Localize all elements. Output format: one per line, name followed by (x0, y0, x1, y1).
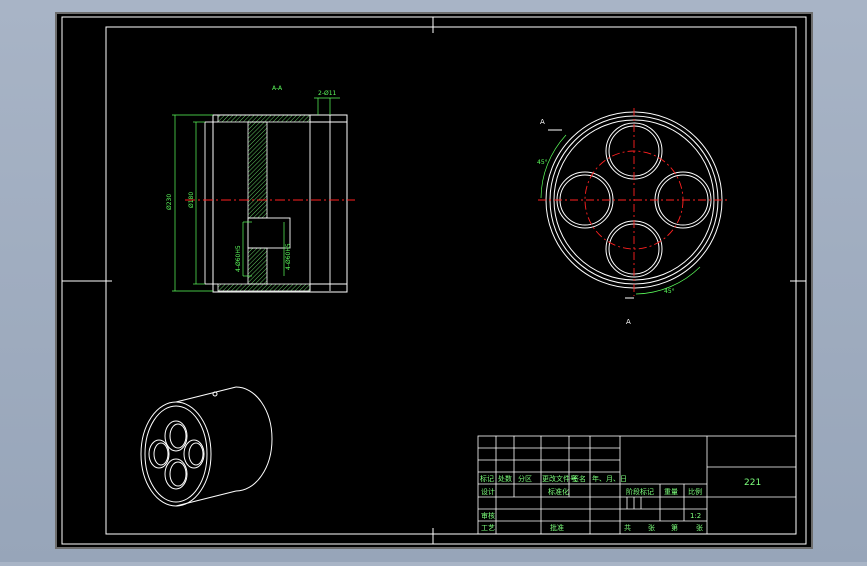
weight-label: 重量 (664, 488, 678, 496)
sheets-label-2: 张 (648, 523, 655, 532)
scale-value: 1:2 (690, 512, 701, 520)
sheets-label-1: 共 (624, 523, 631, 532)
header-date: 年、月、日 (592, 474, 627, 483)
angle-label-right: 45° (664, 288, 675, 295)
section-marker-bottom: A (626, 318, 631, 326)
drawing-number: 221 (744, 478, 761, 488)
section-label: A-A (272, 85, 283, 92)
outer-diameter-dim: Ø230 (166, 194, 173, 210)
row-design: 设计 (481, 487, 495, 496)
sheets-label-4: 张 (696, 523, 703, 532)
header-zone: 分区 (518, 474, 532, 483)
shoulder-dim: 2-Ø11 (318, 90, 337, 97)
cad-canvas: A-A Ø230 Ø180 2-Ø11 4-Ø60H5 4-Ø60H5 A A … (0, 0, 867, 562)
row-approve: 批准 (550, 523, 564, 532)
web-hatch (247, 121, 268, 219)
bottom-wall-hatch (217, 283, 311, 292)
web-hatch-lower (247, 247, 268, 285)
section-marker-top: A (540, 118, 545, 126)
row-review: 审核 (481, 511, 495, 520)
row-standard: 标准化 (548, 487, 569, 496)
scale-label: 比例 (688, 487, 702, 496)
row-process: 工艺 (481, 524, 495, 532)
bore-left-dim: 4-Ø60H5 (235, 245, 242, 272)
header-count: 处数 (498, 474, 512, 483)
drawing-sheet (55, 12, 813, 549)
sheets-label-3: 第 (671, 523, 678, 532)
stage-label: 阶段标记 (626, 487, 654, 496)
header-signature: 签名 (572, 474, 586, 483)
bore-right-dim: 4-Ø60H5 (285, 243, 292, 270)
header-mark: 标记 (480, 474, 494, 483)
inner-diameter-dim: Ø180 (188, 192, 195, 208)
top-wall-hatch (217, 114, 311, 123)
angle-label-left: 45° (537, 159, 548, 166)
